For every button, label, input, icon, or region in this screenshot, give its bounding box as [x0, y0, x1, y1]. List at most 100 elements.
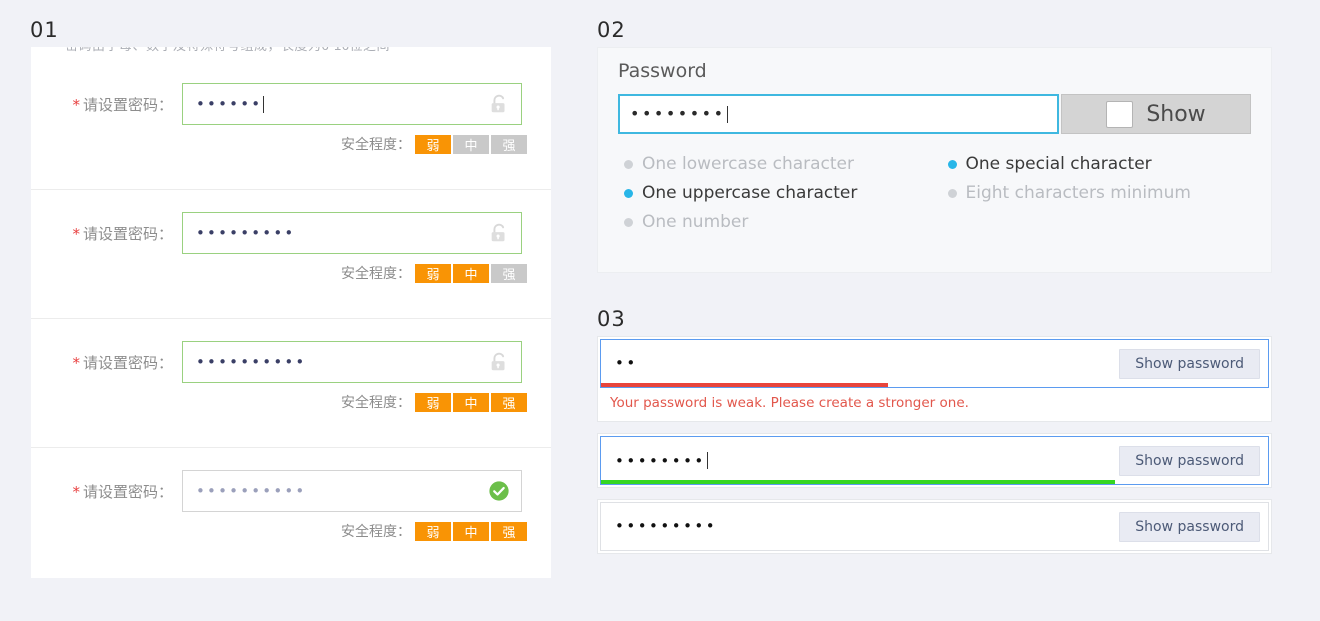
requirement-item: One number: [624, 212, 948, 232]
password-error-message: Your password is weak. Please create a s…: [610, 395, 969, 411]
password-label-text: 请设置密码：: [82, 353, 173, 372]
strength-segment-strong: 强: [491, 521, 527, 541]
requirement-item: One special character: [947, 154, 1272, 174]
requirement-bullet-icon: [947, 159, 957, 169]
show-password-button[interactable]: Show password: [1119, 348, 1260, 379]
password-row: * 请设置密码： •••••••••• 安全程度： 弱 中 强: [31, 448, 551, 566]
password-masked-value: •••••••••: [196, 223, 296, 242]
strength-segment-strong: 强: [491, 134, 527, 154]
requirement-text: One uppercase character: [642, 183, 858, 203]
password-block: •• Show password Your password is weak. …: [597, 336, 1272, 422]
required-asterisk: *: [72, 353, 80, 372]
text-caret: [263, 95, 265, 113]
show-password-button[interactable]: Show password: [1119, 445, 1260, 476]
panel-chinese-password-strength: 密码由字母、数字及特殊符号组成，长度为6-16位之间 *请设置密码： •••••…: [31, 47, 551, 578]
requirement-bullet-icon: [947, 188, 957, 198]
section-number-01: 01: [30, 18, 59, 42]
show-password-toggle[interactable]: Show: [1061, 94, 1251, 134]
required-asterisk: *: [72, 95, 80, 114]
password-masked-value: ••••••••: [615, 452, 708, 470]
password-input[interactable]: •• Show password: [600, 339, 1269, 388]
strength-meter-label: 安全程度：: [341, 524, 411, 540]
unlocked-padlock-icon: [488, 351, 510, 373]
password-masked-value: ••••••••: [630, 104, 726, 123]
strength-segment-weak: 弱: [415, 521, 451, 541]
strength-segment-strong: 强: [491, 392, 527, 412]
text-caret: [726, 105, 728, 123]
strength-meter-label: 安全程度：: [341, 137, 411, 153]
section-number-03: 03: [597, 307, 626, 331]
password-masked-value: ••: [615, 354, 638, 372]
requirement-text: Eight characters minimum: [965, 183, 1191, 203]
requirements-column-right: One special character Eight characters m…: [947, 154, 1272, 241]
requirement-bullet-icon: [624, 159, 633, 169]
password-input[interactable]: •••••••• Show password: [600, 436, 1269, 485]
password-masked-value: •••••••••: [615, 517, 718, 535]
requirement-text: One number: [642, 212, 749, 232]
strength-meter: 弱 中 强: [415, 392, 527, 412]
password-input[interactable]: ••••••••••: [182, 341, 522, 383]
show-password-label: Show: [1146, 101, 1206, 127]
password-label: * 请设置密码：: [45, 481, 182, 502]
requirement-bullet-icon: [624, 188, 633, 198]
strength-meter: 弱 中 强: [415, 263, 527, 283]
password-row: * 请设置密码： •••••• 安全程度： 弱 中 强: [31, 61, 551, 190]
password-row: * 请设置密码： •••••••••• 安全程度： 弱 中 强: [31, 319, 551, 448]
text-caret: [706, 452, 708, 469]
requirement-bullet-icon: [624, 217, 633, 227]
password-label: * 请设置密码：: [45, 352, 182, 373]
show-password-button[interactable]: Show password: [1119, 511, 1260, 542]
strength-meter-line: 安全程度： 弱 中 强: [45, 392, 537, 412]
password-input[interactable]: ••••••••• Show password: [600, 502, 1269, 551]
strength-segment-medium: 中: [453, 263, 489, 283]
strength-segment-weak: 弱: [415, 392, 451, 412]
requirement-text: One lowercase character: [642, 154, 855, 174]
password-label: * 请设置密码：: [45, 223, 182, 244]
strength-segment-medium: 中: [453, 134, 489, 154]
password-strength-bar: [601, 480, 1115, 484]
password-input[interactable]: ••••••••: [618, 94, 1059, 134]
strength-meter: 弱 中 强: [415, 134, 527, 154]
password-masked-value: ••••••••••: [196, 481, 307, 500]
password-requirements-list: One lowercase character One uppercase ch…: [598, 134, 1271, 241]
panel-password-requirements: Password •••••••• Show One lowercase cha…: [597, 47, 1272, 273]
requirement-item: One uppercase character: [624, 183, 948, 203]
password-row: * 请设置密码： ••••••••• 安全程度： 弱 中 强: [31, 190, 551, 319]
password-field-title: Password: [618, 60, 707, 82]
strength-meter-line: 安全程度： 弱 中 强: [45, 263, 537, 283]
green-check-icon: [488, 480, 510, 502]
strength-segment-medium: 中: [453, 392, 489, 412]
strength-segment-strong: 强: [491, 263, 527, 283]
password-input[interactable]: •••••••••: [182, 212, 522, 254]
password-block: •••••••• Show password: [597, 433, 1272, 488]
panel-password-strength-bars: •• Show password Your password is weak. …: [597, 336, 1272, 588]
password-masked-value: ••••••••••: [196, 352, 307, 371]
password-ui-examples-page: 01 密码由字母、数字及特殊符号组成，长度为6-16位之间 *请设置密码： ••…: [0, 0, 1320, 621]
clipped-hint-text: 密码由字母、数字及特殊符号组成，长度为6-16位之间: [31, 47, 551, 61]
strength-meter: 弱 中 强: [415, 521, 527, 541]
unlocked-padlock-icon: [488, 93, 510, 115]
password-label: * 请设置密码：: [45, 94, 182, 115]
section-number-02: 02: [597, 18, 626, 42]
password-strength-bar: [601, 383, 888, 387]
strength-segment-weak: 弱: [415, 263, 451, 283]
requirement-text: One special character: [965, 154, 1152, 174]
password-label-text: 请设置密码：: [82, 224, 173, 243]
strength-meter-line: 安全程度： 弱 中 强: [45, 521, 537, 541]
strength-meter-label: 安全程度：: [341, 395, 411, 411]
strength-segment-medium: 中: [453, 521, 489, 541]
password-input[interactable]: ••••••••••: [182, 470, 522, 512]
password-masked-value: ••••••: [196, 94, 263, 113]
strength-segment-weak: 弱: [415, 134, 451, 154]
password-input-row: •••••••• Show: [598, 82, 1271, 134]
show-password-checkbox[interactable]: [1106, 100, 1134, 128]
requirements-column-left: One lowercase character One uppercase ch…: [624, 154, 948, 241]
strength-meter-line: 安全程度： 弱 中 强: [45, 134, 537, 154]
password-input[interactable]: ••••••: [182, 83, 522, 125]
requirement-item: Eight characters minimum: [947, 183, 1272, 203]
password-block: ••••••••• Show password: [597, 499, 1272, 554]
strength-meter-label: 安全程度：: [341, 266, 411, 282]
required-asterisk: *: [72, 482, 80, 501]
unlocked-padlock-icon: [488, 222, 510, 244]
requirement-item: One lowercase character: [624, 154, 948, 174]
